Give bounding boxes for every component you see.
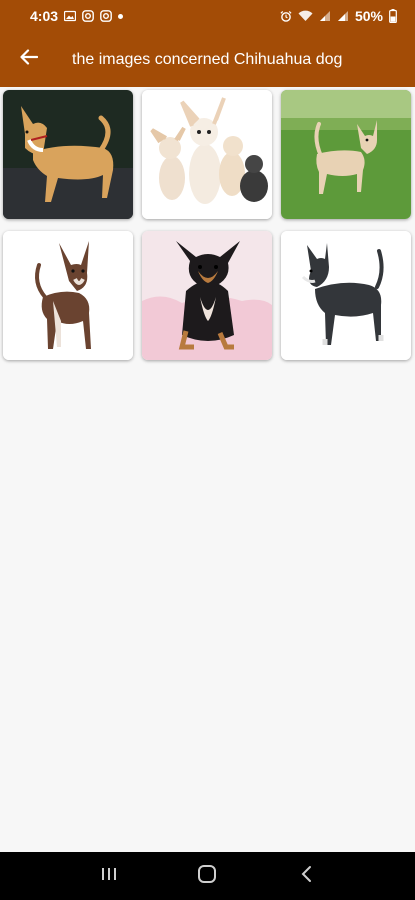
dog-photo-5 <box>142 231 272 360</box>
system-back-button[interactable] <box>286 856 326 896</box>
gallery-icon <box>64 10 77 22</box>
status-right: 50% <box>280 8 397 24</box>
battery-percent: 50% <box>354 8 383 24</box>
image-grid <box>3 90 413 360</box>
chihuahua-image-3[interactable] <box>281 90 411 219</box>
alarm-icon <box>280 10 292 22</box>
dog-photo-2 <box>142 90 272 219</box>
back-icon <box>300 865 312 888</box>
wifi-icon <box>298 10 313 22</box>
status-left: 4:03 <box>30 8 124 24</box>
chihuahua-image-4[interactable] <box>3 231 133 360</box>
arrow-left-icon <box>20 49 39 70</box>
battery-icon <box>389 9 397 23</box>
dot-icon <box>118 13 124 19</box>
instagram-icon <box>100 10 112 22</box>
chihuahua-image-1[interactable] <box>3 90 133 219</box>
recent-apps-icon <box>100 866 118 887</box>
chihuahua-image-6[interactable] <box>281 231 411 360</box>
app-bar: the images concerned Chihuahua dog <box>0 32 415 87</box>
dog-photo-4 <box>3 231 133 360</box>
signal-icon <box>337 10 349 22</box>
dog-photo-1 <box>3 90 133 219</box>
status-time: 4:03 <box>30 8 59 24</box>
dog-photo-6 <box>281 231 411 360</box>
status-bar: 4:03 50% <box>0 0 415 32</box>
signal-icon <box>319 10 331 22</box>
screen: 4:03 50% the images concerned Chihuahua … <box>0 0 415 900</box>
chihuahua-image-2[interactable] <box>142 90 272 219</box>
dog-photo-3 <box>281 90 411 219</box>
navigation-bar <box>0 852 415 900</box>
recent-apps-button[interactable] <box>89 856 129 896</box>
home-button[interactable] <box>187 856 227 896</box>
instagram-icon <box>82 10 94 22</box>
home-icon <box>197 864 217 889</box>
chihuahua-image-5[interactable] <box>142 231 272 360</box>
page-title: the images concerned Chihuahua dog <box>72 50 343 68</box>
back-button[interactable] <box>0 32 58 87</box>
